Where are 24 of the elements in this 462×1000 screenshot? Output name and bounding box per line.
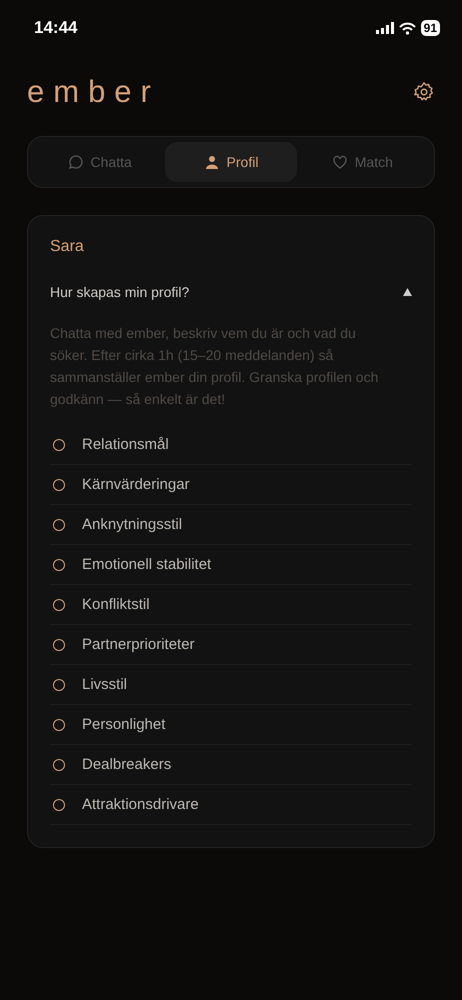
heart-icon bbox=[332, 154, 348, 170]
speech-bubble-icon bbox=[68, 154, 84, 170]
checklist-label: Attraktionsdrivare bbox=[82, 796, 199, 813]
caret-icon bbox=[403, 288, 412, 296]
checklist-label: Kärnvärderingar bbox=[82, 476, 190, 493]
app-logo: ember bbox=[27, 74, 160, 110]
checklist-label: Partnerprioriteter bbox=[82, 636, 195, 653]
checklist-label: Relationsmål bbox=[82, 436, 169, 453]
wifi-icon bbox=[398, 22, 416, 34]
checklist-label: Personlighet bbox=[82, 716, 166, 733]
checklist-label: Konfliktstil bbox=[82, 596, 150, 613]
faq-toggle[interactable]: Hur skapas min profil? bbox=[50, 284, 412, 300]
checklist-label: Livsstil bbox=[82, 676, 128, 693]
signal-icon bbox=[376, 22, 394, 34]
tab[interactable]: Profil bbox=[165, 142, 297, 182]
checklist-label: Dealbreakers bbox=[82, 756, 172, 773]
battery-indicator: 91 bbox=[420, 20, 440, 36]
status-time: 14:44 bbox=[34, 18, 78, 38]
faq-answer: Chatta med ember, beskriv vem du är och vad du söker. Efter cirka 1h (15–20 meddelanden) så sammanställer ember din profil. Granska profilen och godkänn — så enkelt är det! bbox=[50, 324, 380, 409]
person-icon bbox=[204, 154, 220, 170]
profile-name: Sara bbox=[50, 238, 85, 256]
checklist-label: Emotionell stabilitet bbox=[82, 556, 212, 573]
checklist-label: Anknytningsstil bbox=[82, 516, 182, 533]
settings-icon[interactable] bbox=[413, 81, 435, 103]
